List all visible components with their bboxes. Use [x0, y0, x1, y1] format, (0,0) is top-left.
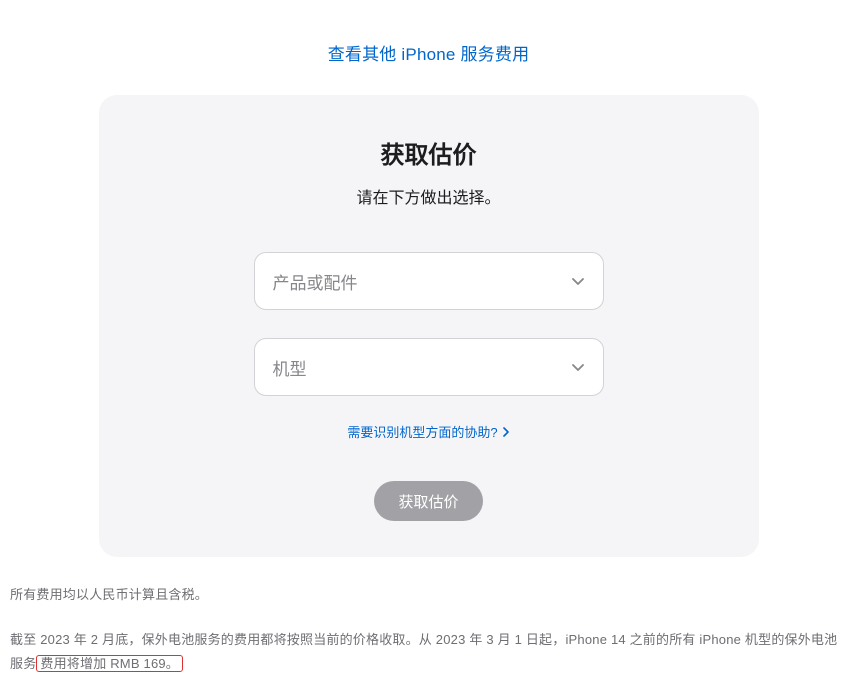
get-estimate-button[interactable]: 获取估价 — [374, 481, 482, 521]
chevron-down-icon — [571, 360, 585, 374]
product-select-placeholder: 产品或配件 — [273, 269, 358, 294]
footnote-tax: 所有费用均以人民币计算且含税。 — [10, 583, 847, 606]
footnotes: 所有费用均以人民币计算且含税。 截至 2023 年 2 月底，保外电池服务的费用… — [10, 557, 847, 675]
help-link-label: 需要识别机型方面的协助? — [347, 422, 497, 441]
product-select[interactable]: 产品或配件 — [254, 252, 604, 310]
identify-model-help-link[interactable]: 需要识别机型方面的协助? — [347, 422, 509, 441]
card-subtitle: 请在下方做出选择。 — [149, 184, 709, 208]
model-select[interactable]: 机型 — [254, 338, 604, 396]
chevron-down-icon — [571, 274, 585, 288]
footnote-price-increase: 截至 2023 年 2 月底，保外电池服务的费用都将按照当前的价格收取。从 20… — [10, 628, 847, 675]
model-select-placeholder: 机型 — [273, 355, 307, 380]
chevron-right-icon — [502, 427, 510, 437]
price-increase-highlight: 费用将增加 RMB 169。 — [36, 655, 183, 672]
card-title: 获取估价 — [149, 135, 709, 170]
estimate-card: 获取估价 请在下方做出选择。 产品或配件 机型 需要识别机型方面的协助? — [99, 95, 759, 557]
other-service-fees-link[interactable]: 查看其他 iPhone 服务费用 — [328, 45, 530, 64]
